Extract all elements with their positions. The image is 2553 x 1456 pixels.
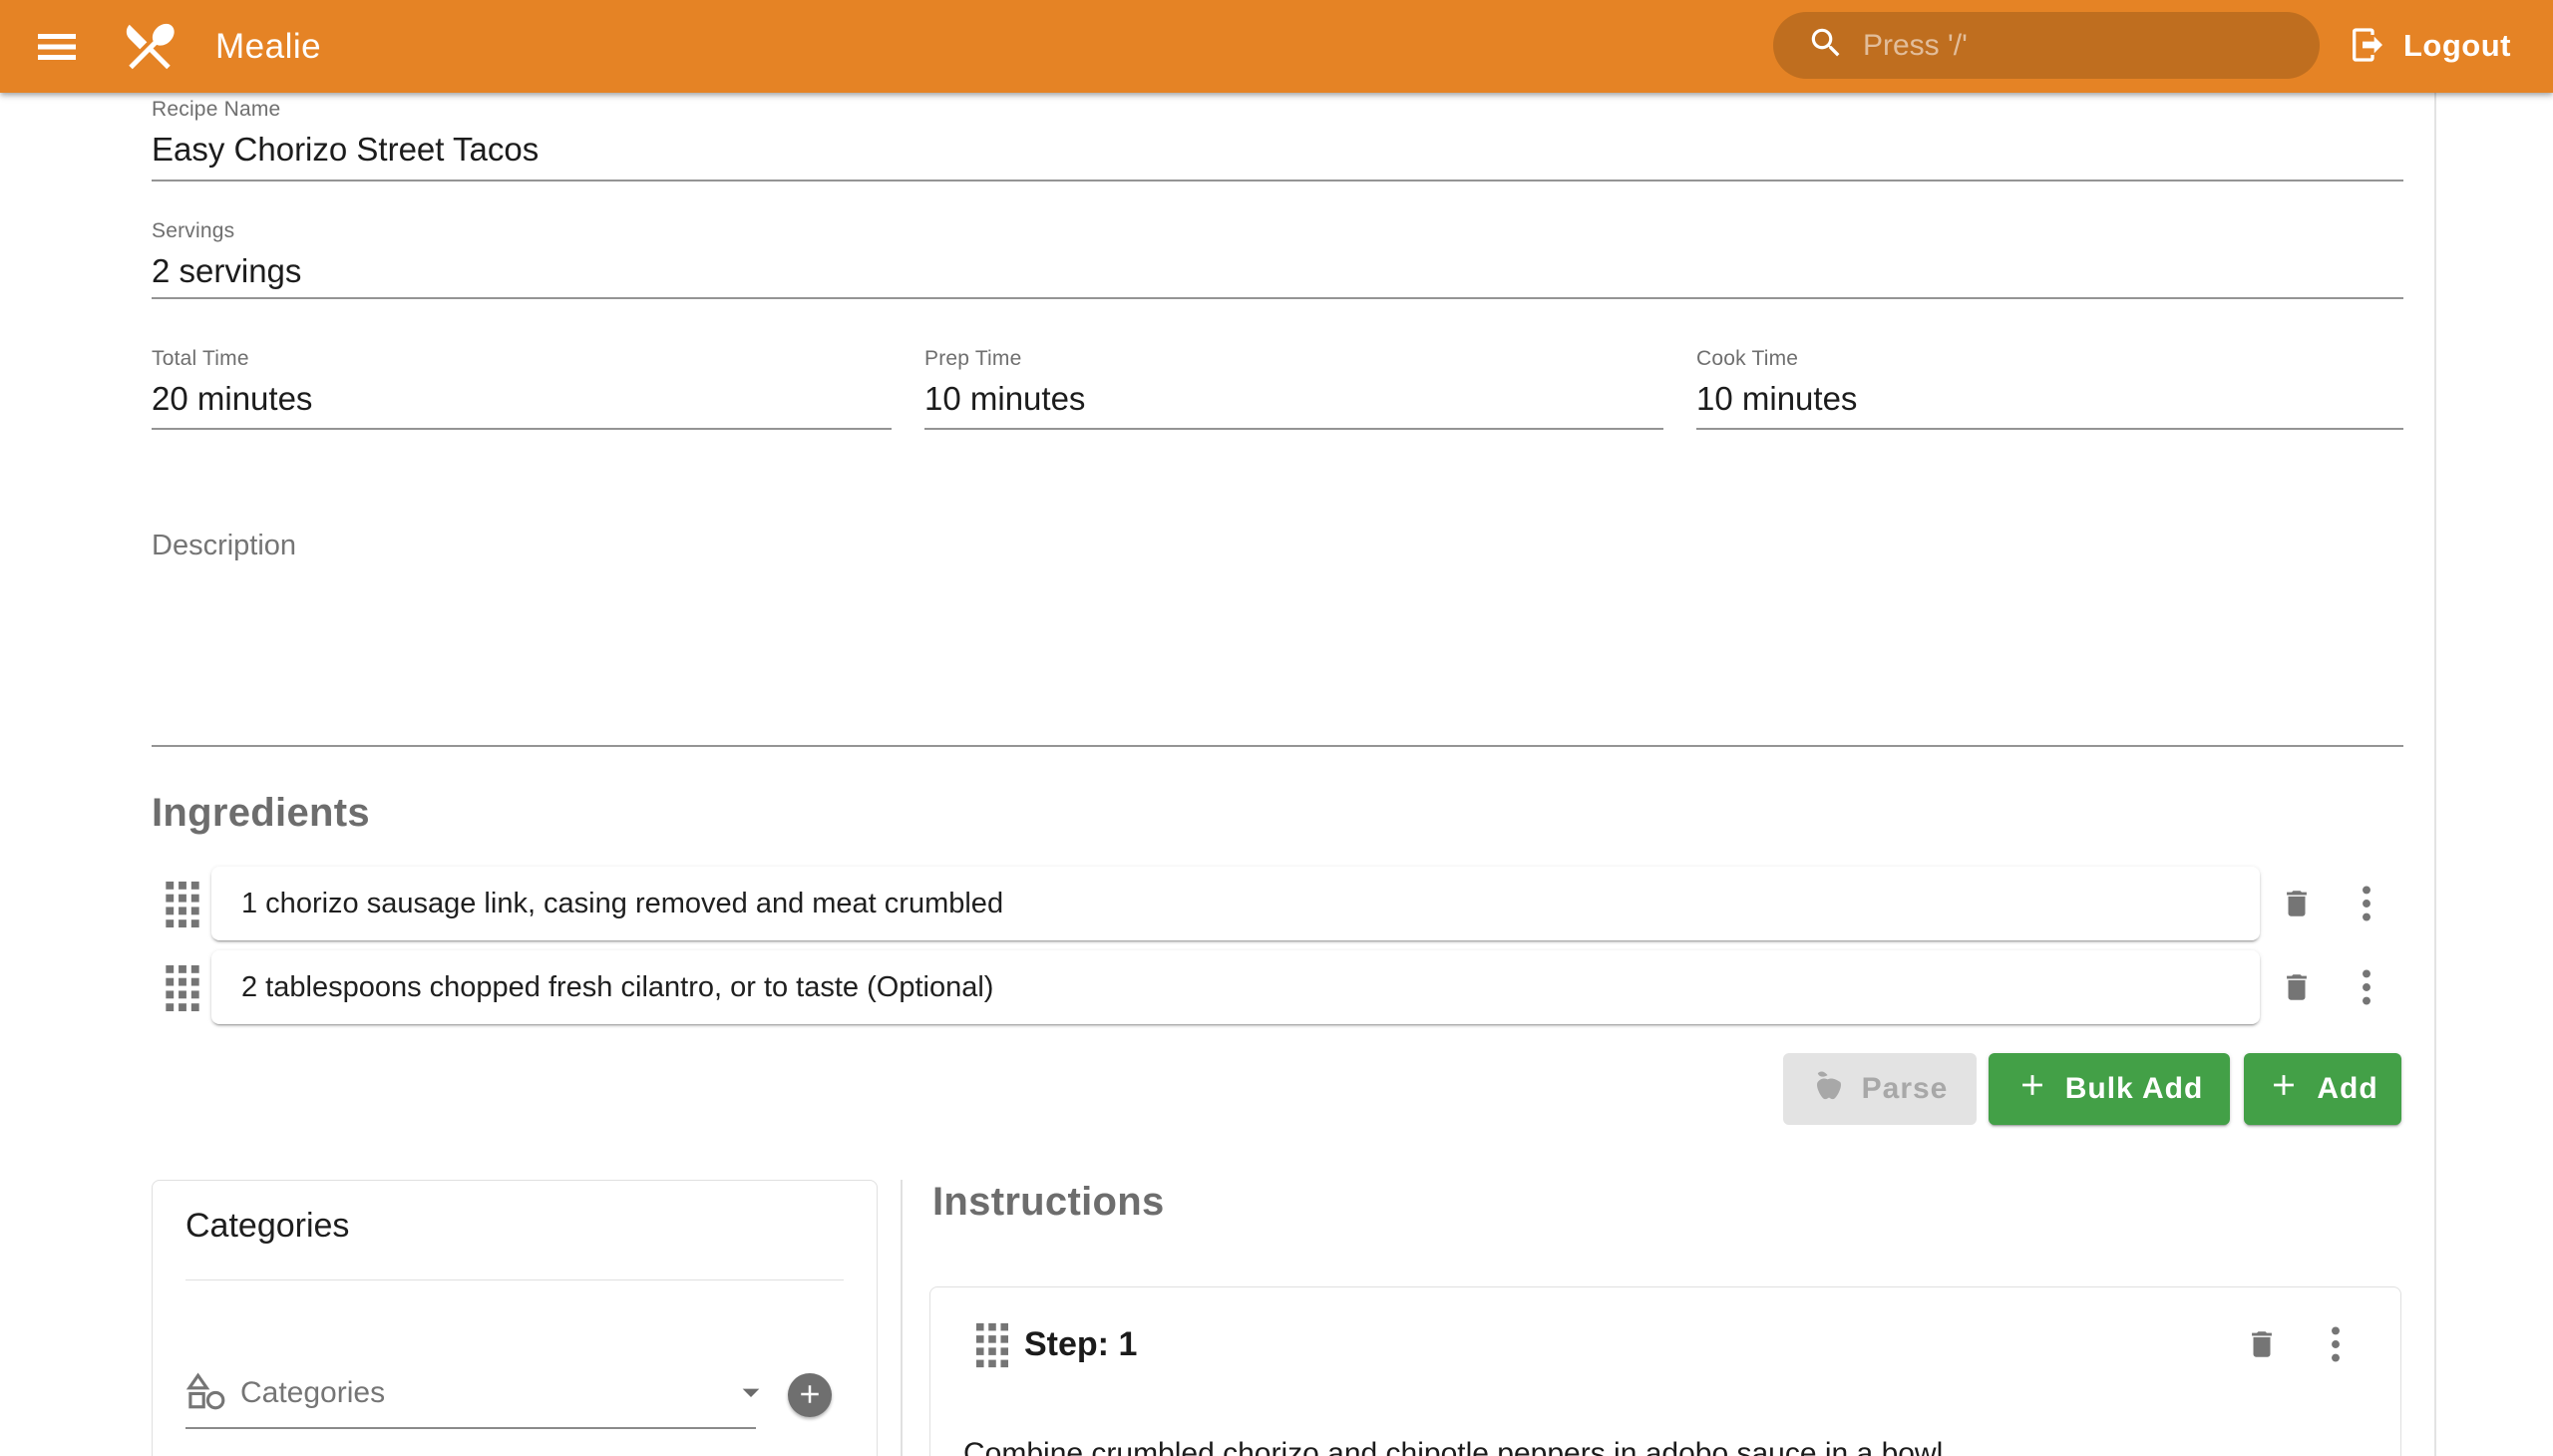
trash-icon: [2280, 909, 2314, 923]
plus-icon: [2015, 1068, 2049, 1110]
parse-label: Parse: [1862, 1072, 1949, 1106]
cook-time-value[interactable]: 10 minutes: [1696, 380, 2403, 418]
recipe-editor-page: Mealie Logout Recipe Name Easy Chorizo S…: [0, 0, 2553, 1456]
prep-time-field[interactable]: Prep Time 10 minutes: [924, 347, 1663, 430]
silverware-logo-icon: [120, 16, 180, 76]
instructions-heading: Instructions: [932, 1180, 1165, 1225]
shapes-icon: [185, 1370, 227, 1417]
drag-handle-icon[interactable]: [164, 880, 201, 932]
description-label: Description: [152, 530, 2403, 562]
bulk-add-button[interactable]: Bulk Add: [1989, 1053, 2230, 1125]
description-field[interactable]: Description: [152, 530, 2403, 747]
add-ingredient-button[interactable]: Add: [2244, 1053, 2401, 1125]
recipe-name-value[interactable]: Easy Chorizo Street Tacos: [152, 131, 2403, 169]
step-text[interactable]: Combine crumbled chorizo and chipotle pe…: [963, 1434, 2360, 1456]
divider: [185, 1279, 844, 1280]
prep-time-label: Prep Time: [924, 347, 1663, 371]
hamburger-icon: [35, 53, 79, 68]
drag-handle-icon[interactable]: [974, 1321, 1010, 1372]
step-menu-button[interactable]: [2321, 1323, 2351, 1368]
plus-icon: [795, 1379, 825, 1412]
kebab-menu-icon: [2321, 1353, 2351, 1368]
menu-button[interactable]: [33, 28, 81, 68]
total-time-label: Total Time: [152, 347, 892, 371]
step-card: Step: 1 Combine crumbled chorizo and chi…: [929, 1286, 2401, 1456]
servings-label: Servings: [152, 219, 2403, 243]
cook-time-field[interactable]: Cook Time 10 minutes: [1696, 347, 2403, 430]
servings-field[interactable]: Servings 2 servings: [152, 219, 2403, 299]
chevron-down-icon: [731, 1372, 771, 1417]
search-icon: [1793, 24, 1845, 67]
categories-card: Categories Categories: [152, 1180, 878, 1456]
servings-value[interactable]: 2 servings: [152, 252, 2403, 290]
total-time-field[interactable]: Total Time 20 minutes: [152, 347, 892, 430]
ingredient-menu-button[interactable]: [2352, 966, 2381, 1011]
app-header: Mealie Logout: [0, 0, 2553, 93]
add-category-button[interactable]: [788, 1373, 832, 1417]
search-field[interactable]: [1773, 12, 2320, 79]
logout-label: Logout: [2403, 28, 2511, 64]
ingredient-input-card: [211, 867, 2260, 940]
cook-time-label: Cook Time: [1696, 347, 2403, 371]
delete-step-button[interactable]: [2245, 1327, 2279, 1364]
trash-icon: [2280, 992, 2314, 1007]
delete-ingredient-button[interactable]: [2280, 887, 2314, 923]
ingredient-input[interactable]: [211, 971, 2260, 1004]
ingredient-menu-button[interactable]: [2352, 883, 2381, 927]
categories-card-title: Categories: [185, 1207, 349, 1246]
kebab-menu-icon: [2352, 996, 2381, 1011]
column-divider: [901, 1180, 903, 1456]
bulk-add-label: Bulk Add: [2065, 1072, 2204, 1106]
apple-icon: [1812, 1068, 1846, 1110]
recipe-name-label: Recipe Name: [152, 98, 2403, 122]
add-label: Add: [2317, 1072, 2377, 1106]
step-title: Step: 1: [1024, 1325, 1137, 1364]
parse-button[interactable]: Parse: [1783, 1053, 1977, 1125]
logout-button[interactable]: Logout: [2342, 18, 2517, 74]
select-underline: [185, 1427, 756, 1429]
recipe-name-field[interactable]: Recipe Name Easy Chorizo Street Tacos: [152, 98, 2403, 182]
plus-icon: [2267, 1068, 2301, 1110]
app-title: Mealie: [215, 27, 321, 67]
categories-select-placeholder: Categories: [240, 1376, 385, 1410]
logout-icon: [2348, 25, 2387, 68]
kebab-menu-icon: [2352, 912, 2381, 927]
ingredient-row: [152, 950, 2405, 1024]
search-input[interactable]: [1861, 28, 2300, 64]
total-time-value[interactable]: 20 minutes: [152, 380, 892, 418]
ingredients-heading: Ingredients: [152, 791, 370, 836]
drag-handle-icon[interactable]: [164, 963, 201, 1016]
ingredient-input[interactable]: [211, 888, 2260, 920]
ingredient-row: [152, 867, 2405, 940]
ingredient-input-card: [211, 950, 2260, 1024]
trash-icon: [2245, 1349, 2279, 1364]
delete-ingredient-button[interactable]: [2280, 970, 2314, 1007]
prep-time-value[interactable]: 10 minutes: [924, 380, 1663, 418]
right-edge-divider: [2434, 93, 2436, 1456]
